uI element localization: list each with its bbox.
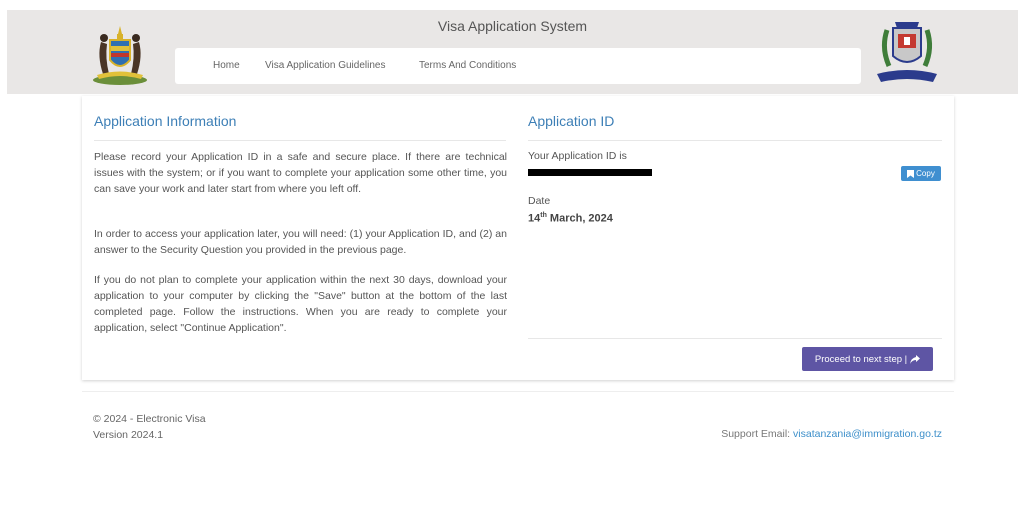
navbar: Home Visa Application Guidelines Terms A… xyxy=(175,48,861,84)
divider xyxy=(94,140,506,141)
bookmark-icon xyxy=(907,169,915,178)
copy-button-label: Copy xyxy=(916,169,935,178)
nav-visa-guidelines[interactable]: Visa Application Guidelines xyxy=(265,60,385,71)
info-paragraph-3: If you do not plan to complete your appl… xyxy=(94,274,507,334)
app-title: Visa Application System xyxy=(437,18,588,34)
nav-terms-and-conditions[interactable]: Terms And Conditions xyxy=(419,60,516,71)
divider xyxy=(528,338,942,339)
application-information-title: Application Information xyxy=(94,113,237,129)
proceed-button-label: Proceed to next step | xyxy=(814,353,908,365)
date-month-year: March, 2024 xyxy=(546,212,613,225)
copyright-text: © 2024 - Electronic Visa xyxy=(93,413,206,425)
footer-divider xyxy=(82,391,954,392)
info-paragraph-1: Please record your Application ID in a s… xyxy=(94,151,507,195)
header: Visa Application System Home Visa Applic… xyxy=(7,10,1018,94)
date-label: Date xyxy=(528,195,551,207)
support-email-link[interactable]: visatanzania@immigration.go.tz xyxy=(793,428,942,440)
immigration-badge-icon xyxy=(873,18,941,88)
version-text: Version 2024.1 xyxy=(93,429,164,441)
support-email-label: Support Email: xyxy=(721,428,794,440)
application-id-title: Application ID xyxy=(528,113,615,129)
application-id-label: Your Application ID is xyxy=(528,150,627,162)
info-paragraph-2: In order to access your application late… xyxy=(94,228,507,256)
nav-home[interactable]: Home xyxy=(213,60,240,71)
date-day: 14 xyxy=(528,212,541,225)
support-email-line: Support Email: visatanzania@immigration.… xyxy=(721,428,942,440)
date-suffix: th xyxy=(540,212,547,219)
date-value: 14th March, 2024 xyxy=(528,212,613,225)
application-card: Application Information Please record yo… xyxy=(82,96,954,380)
redacted-application-id xyxy=(528,169,652,176)
share-arrow-icon xyxy=(910,354,921,364)
copy-button[interactable]: Copy xyxy=(901,166,941,181)
proceed-to-next-step-button[interactable]: Proceed to next step | xyxy=(802,347,933,371)
divider xyxy=(528,140,942,141)
